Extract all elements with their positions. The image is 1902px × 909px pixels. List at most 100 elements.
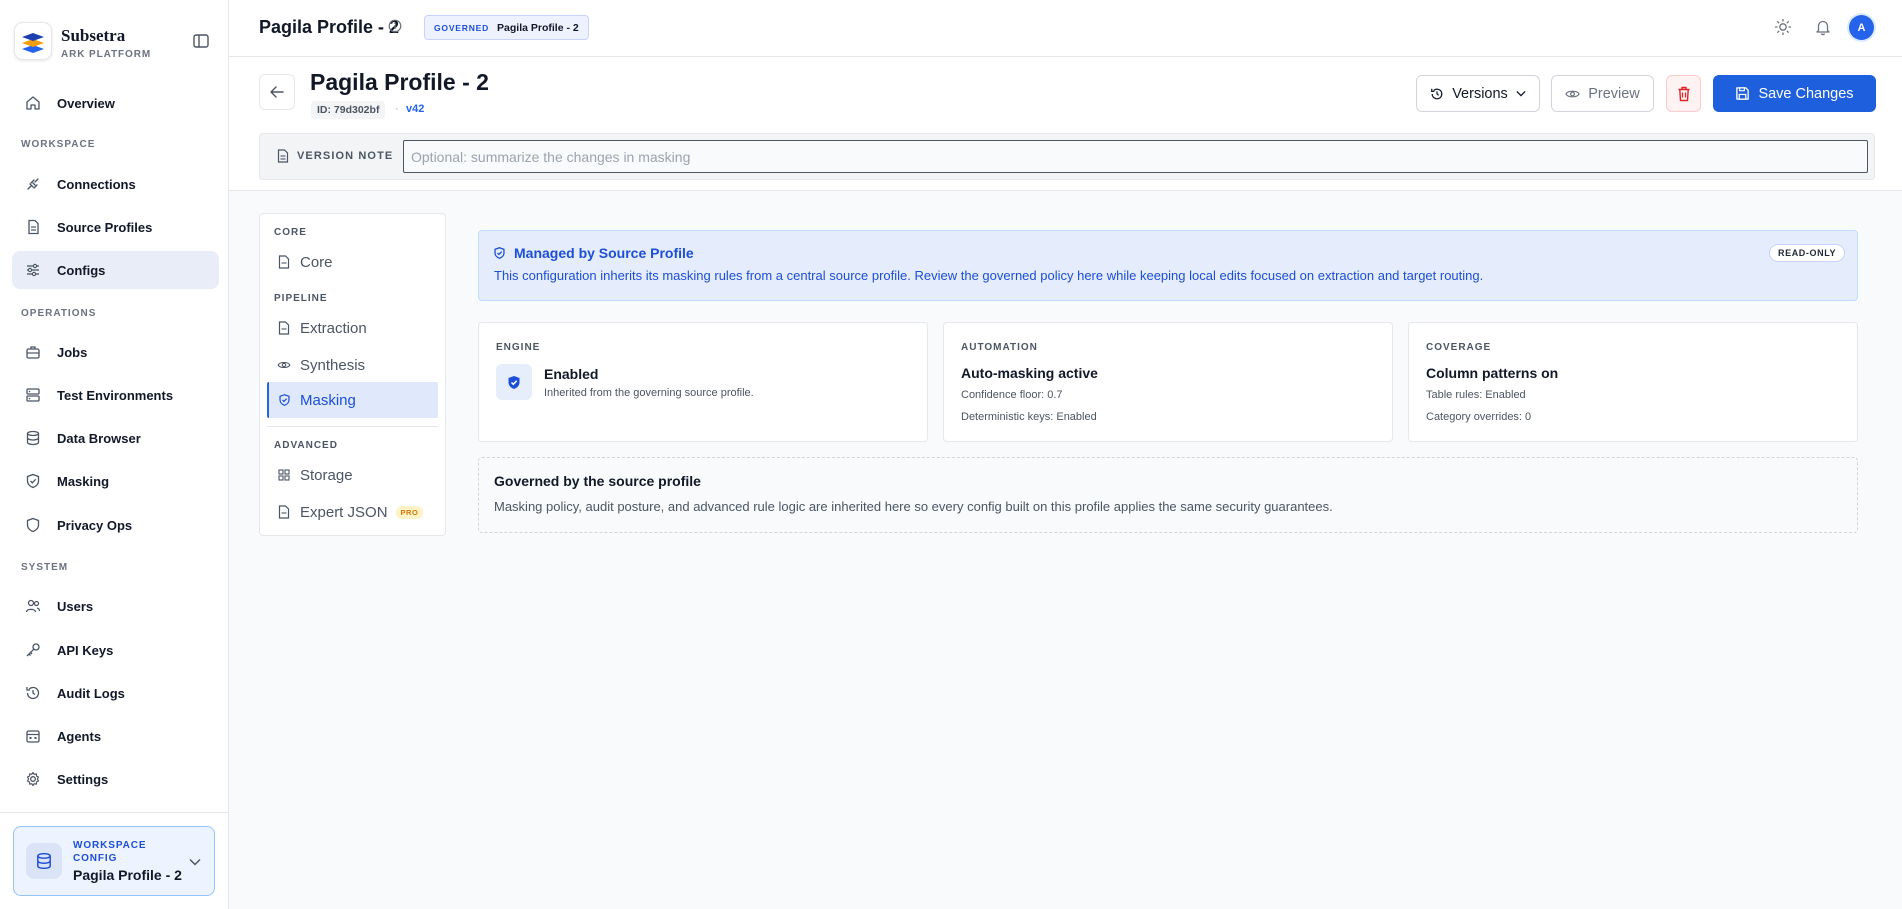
section-item-masking[interactable]: Masking bbox=[267, 382, 438, 418]
brand[interactable]: Subsetra ARK PLATFORM bbox=[12, 22, 217, 62]
section-group-advanced: ADVANCED bbox=[274, 440, 338, 451]
sidebar-item-overview[interactable]: Overview bbox=[12, 84, 219, 122]
section-item-label: Storage bbox=[300, 466, 353, 484]
save-icon bbox=[1735, 86, 1750, 101]
sidebar-item-audit-logs[interactable]: Audit Logs bbox=[12, 674, 219, 712]
shield-check-icon bbox=[24, 472, 42, 490]
sidebar: Subsetra ARK PLATFORM Overview WORKSPACE… bbox=[0, 0, 229, 909]
trash-icon bbox=[1677, 86, 1691, 102]
file-icon bbox=[277, 505, 291, 519]
back-button[interactable] bbox=[259, 74, 295, 110]
config-id-badge: ID: 79d302bf bbox=[311, 101, 386, 119]
briefcase-icon bbox=[24, 343, 42, 361]
page-title: Pagila Profile - 2 bbox=[259, 17, 400, 37]
config-section-nav: CORE Core PIPELINE Extraction Synthesis … bbox=[259, 213, 446, 536]
sidebar-item-test-environments[interactable]: Test Environments bbox=[12, 376, 219, 414]
versions-button-label: Versions bbox=[1452, 85, 1508, 102]
bot-icon bbox=[24, 727, 42, 745]
version-link[interactable]: v42 bbox=[406, 103, 424, 115]
sidebar-divider bbox=[0, 812, 229, 813]
managed-banner: Managed by Source Profile This configura… bbox=[478, 230, 1858, 301]
sidebar-item-agents[interactable]: Agents bbox=[12, 717, 219, 755]
delete-button[interactable] bbox=[1666, 75, 1701, 112]
database-icon bbox=[24, 429, 42, 447]
gear-icon bbox=[24, 770, 42, 788]
card-label: AUTOMATION bbox=[961, 342, 1038, 353]
section-label-operations: OPERATIONS bbox=[21, 308, 97, 319]
governed-badge-value: Pagila Profile - 2 bbox=[497, 21, 579, 34]
section-item-core[interactable]: Core bbox=[267, 244, 438, 280]
section-item-expert-json[interactable]: Expert JSON PRO bbox=[267, 494, 438, 530]
sidebar-item-label: Source Profiles bbox=[57, 219, 153, 235]
file-icon bbox=[24, 218, 42, 236]
info-icon[interactable] bbox=[388, 19, 402, 36]
section-label-system: SYSTEM bbox=[21, 562, 69, 573]
sidebar-item-label: Jobs bbox=[57, 344, 88, 360]
sidebar-item-label: Masking bbox=[57, 473, 110, 489]
sliders-icon bbox=[24, 261, 42, 279]
history-icon bbox=[1430, 87, 1444, 101]
preview-button-label: Preview bbox=[1588, 85, 1640, 102]
workspace-config-value: Pagila Profile - 2 bbox=[73, 867, 182, 883]
sidebar-item-jobs[interactable]: Jobs bbox=[12, 333, 219, 371]
bell-icon[interactable] bbox=[1814, 18, 1832, 39]
sidebar-item-configs[interactable]: Configs bbox=[12, 251, 219, 289]
engine-card: ENGINE Enabled Inherited from the govern… bbox=[478, 322, 928, 442]
save-changes-button[interactable]: Save Changes bbox=[1713, 75, 1876, 112]
workspace-config-switcher[interactable]: WORKSPACE CONFIG Pagila Profile - 2 bbox=[13, 826, 215, 896]
sidebar-item-label: Privacy Ops bbox=[57, 517, 133, 533]
sidebar-item-label: Test Environments bbox=[57, 387, 174, 403]
shield-icon bbox=[24, 516, 42, 534]
card-label: COVERAGE bbox=[1426, 342, 1492, 353]
section-item-synthesis[interactable]: Synthesis bbox=[267, 347, 438, 383]
shield-check-icon bbox=[277, 393, 291, 407]
version-note-input[interactable] bbox=[403, 140, 1868, 173]
card-title: Enabled bbox=[544, 366, 599, 382]
plug-icon bbox=[24, 175, 42, 193]
sidebar-item-label: Configs bbox=[57, 262, 106, 278]
arrow-left-icon bbox=[270, 86, 284, 98]
section-item-label: Expert JSON bbox=[300, 503, 388, 521]
page-header: Pagila Profile - 2 ID: 79d302bf · v42 Ve… bbox=[229, 57, 1902, 191]
chevron-down-icon bbox=[1516, 90, 1526, 97]
sun-icon[interactable] bbox=[1774, 18, 1792, 39]
brand-name: Subsetra bbox=[61, 26, 126, 45]
card-line: Deterministic keys: Enabled bbox=[961, 411, 1097, 423]
file-text-icon bbox=[277, 149, 289, 163]
server-icon bbox=[24, 386, 42, 404]
sidebar-item-data-browser[interactable]: Data Browser bbox=[12, 419, 219, 457]
preview-button[interactable]: Preview bbox=[1551, 75, 1654, 112]
pro-badge: PRO bbox=[395, 505, 424, 519]
shield-check-icon bbox=[493, 246, 506, 260]
brand-subtitle: ARK PLATFORM bbox=[61, 49, 152, 60]
sidebar-item-settings[interactable]: Settings bbox=[12, 760, 219, 798]
sidebar-item-connections[interactable]: Connections bbox=[12, 165, 219, 203]
banner-text: This configuration inherits its masking … bbox=[494, 268, 1484, 283]
section-item-label: Masking bbox=[300, 391, 356, 409]
section-group-core: CORE bbox=[274, 227, 307, 238]
governed-badge-tag: GOVERNED bbox=[434, 22, 490, 33]
users-icon bbox=[24, 597, 42, 615]
coverage-card: COVERAGE Column patterns on Table rules:… bbox=[1408, 322, 1858, 442]
automation-card: AUTOMATION Auto-masking active Confidenc… bbox=[943, 322, 1393, 442]
versions-button[interactable]: Versions bbox=[1416, 75, 1540, 112]
sidebar-item-masking[interactable]: Masking bbox=[12, 462, 219, 500]
brand-logo-icon bbox=[14, 22, 52, 60]
sidebar-item-users[interactable]: Users bbox=[12, 587, 219, 625]
section-item-storage[interactable]: Storage bbox=[267, 457, 438, 493]
governed-title: Governed by the source profile bbox=[494, 473, 701, 489]
sidebar-collapse-icon[interactable] bbox=[191, 31, 211, 51]
file-icon bbox=[277, 321, 291, 335]
grid-icon bbox=[277, 468, 291, 482]
avatar[interactable]: A bbox=[1849, 15, 1874, 40]
save-changes-label: Save Changes bbox=[1758, 85, 1854, 102]
section-divider bbox=[267, 426, 438, 427]
section-item-label: Synthesis bbox=[300, 356, 366, 374]
banner-title: Managed by Source Profile bbox=[493, 245, 694, 261]
sidebar-item-api-keys[interactable]: API Keys bbox=[12, 631, 219, 669]
sidebar-item-source-profiles[interactable]: Source Profiles bbox=[12, 208, 219, 246]
card-label: ENGINE bbox=[496, 342, 541, 353]
section-item-extraction[interactable]: Extraction bbox=[267, 310, 438, 346]
sidebar-item-privacy-ops[interactable]: Privacy Ops bbox=[12, 506, 219, 544]
section-group-pipeline: PIPELINE bbox=[274, 293, 328, 304]
